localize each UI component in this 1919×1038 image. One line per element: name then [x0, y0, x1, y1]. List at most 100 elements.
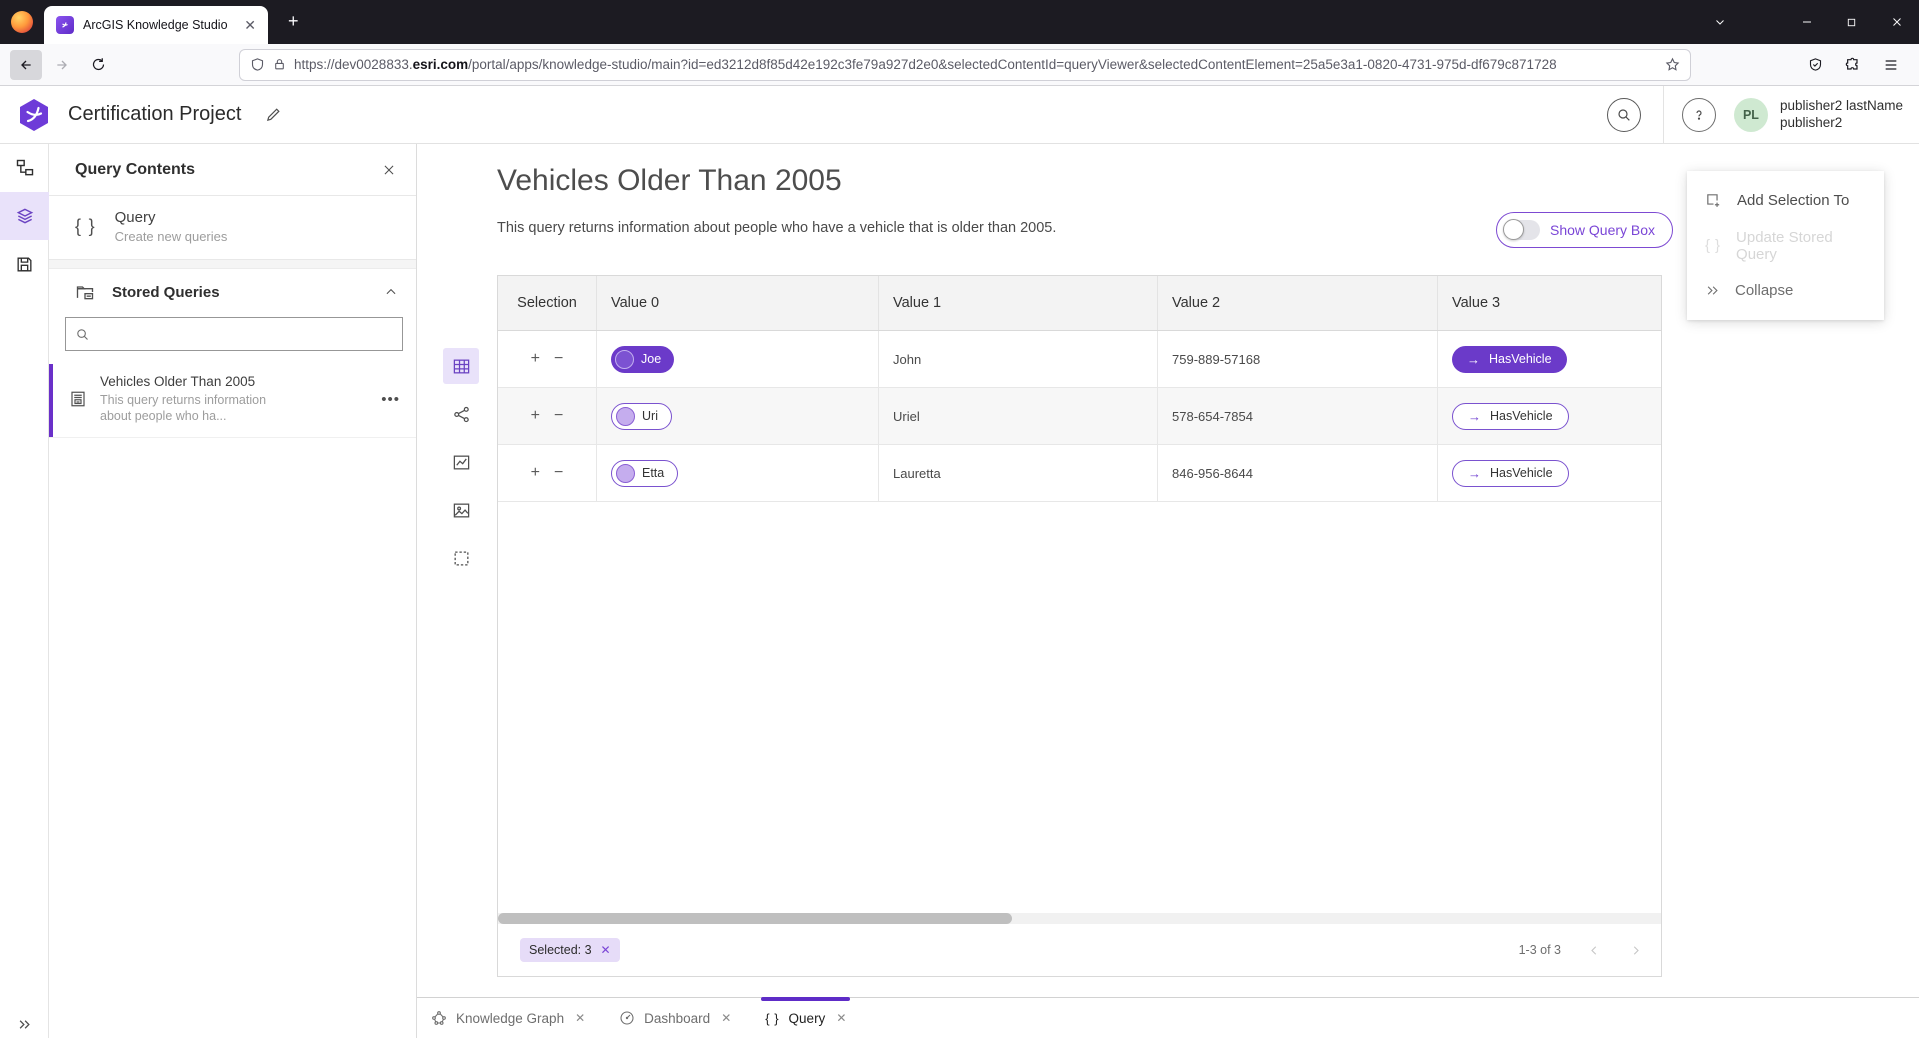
browser-tab[interactable]: ArcGIS Knowledge Studio ✕ — [44, 6, 268, 44]
firefox-logo-icon[interactable] — [11, 11, 33, 33]
column-header-value0[interactable]: Value 0 — [597, 276, 879, 330]
show-query-box-toggle[interactable]: Show Query Box — [1496, 212, 1673, 248]
new-tab-button[interactable]: + — [288, 12, 299, 30]
lock-icon[interactable] — [273, 58, 286, 71]
tracking-protection-shield-icon[interactable] — [250, 57, 265, 72]
selection-tool-icon[interactable] — [443, 540, 479, 576]
relationship-pill[interactable]: →HasVehicle — [1452, 346, 1567, 373]
entity-pill[interactable]: Joe — [611, 346, 674, 373]
entity-pill[interactable]: Uri — [611, 403, 672, 430]
toggle-switch[interactable] — [1504, 220, 1540, 240]
expand-rail-icon[interactable] — [0, 1017, 49, 1032]
add-to-selection-button[interactable]: + — [531, 465, 540, 481]
query-viewer-content: Vehicles Older Than 2005 This query retu… — [417, 144, 1919, 1038]
stored-queries-header[interactable]: Stored Queries — [49, 269, 416, 315]
results-table: Selection Value 0 Value 1 Value 2 Value … — [497, 275, 1662, 977]
window-maximize-button[interactable] — [1829, 0, 1874, 44]
pagination-next-icon[interactable] — [1628, 943, 1643, 958]
user-block[interactable]: publisher2 lastName publisher2 — [1780, 98, 1903, 132]
cell-value2[interactable]: 759-889-57168 — [1158, 331, 1438, 387]
relationship-arrow-icon: → — [1468, 466, 1481, 481]
cell-value1[interactable]: Lauretta — [879, 445, 1158, 501]
url-text: https://dev0028833.esri.com/portal/apps/… — [294, 57, 1657, 72]
menu-hamburger-icon[interactable] — [1875, 50, 1907, 80]
cell-value2[interactable]: 846-956-8644 — [1158, 445, 1438, 501]
remove-from-selection-button[interactable]: − — [554, 408, 563, 424]
tab-close-icon[interactable]: ✕ — [721, 1011, 731, 1025]
search-icon — [75, 327, 90, 342]
tab-close-icon[interactable]: ✕ — [242, 16, 258, 34]
remove-from-selection-button[interactable]: − — [554, 351, 563, 367]
window-close-button[interactable] — [1874, 0, 1919, 44]
tab-close-icon[interactable]: ✕ — [836, 1011, 846, 1025]
relationship-pill[interactable]: →HasVehicle — [1452, 403, 1569, 430]
stored-queries-search[interactable] — [65, 317, 403, 351]
tab-dashboard[interactable]: Dashboard ✕ — [619, 998, 731, 1038]
overflow-menu-icon[interactable]: ••• — [377, 387, 404, 412]
tab-knowledge-graph[interactable]: Knowledge Graph ✕ — [431, 998, 585, 1038]
edit-title-icon[interactable] — [265, 106, 282, 123]
table-view-icon[interactable] — [443, 348, 479, 384]
url-bar[interactable]: https://dev0028833.esri.com/portal/apps/… — [239, 49, 1691, 81]
tab-label: Dashboard — [644, 1011, 710, 1026]
column-header-value3[interactable]: Value 3 — [1438, 276, 1661, 330]
add-to-selection-button[interactable]: + — [531, 408, 540, 424]
selected-count-label: Selected: 3 — [529, 943, 592, 957]
table-row: + − Joe John 759-889-57168 →HasVehicle — [498, 331, 1661, 388]
add-selection-icon — [1705, 192, 1722, 209]
link-chart-view-icon[interactable] — [443, 396, 479, 432]
folder-icon — [75, 282, 95, 302]
search-icon[interactable] — [1607, 98, 1641, 132]
table-footer: Selected: 3 ✕ 1-3 of 3 — [498, 924, 1661, 976]
menu-item-add-selection-to[interactable]: Add Selection To — [1687, 178, 1884, 223]
tab-title: ArcGIS Knowledge Studio — [83, 18, 233, 32]
chart-view-icon[interactable] — [443, 444, 479, 480]
add-to-selection-button[interactable]: + — [531, 351, 540, 367]
user-avatar[interactable]: PL — [1734, 98, 1768, 132]
menu-item-update-stored-query[interactable]: { } Update Stored Query — [1687, 223, 1884, 268]
relationship-pill[interactable]: →HasVehicle — [1452, 460, 1569, 487]
layers-icon[interactable] — [0, 192, 49, 240]
back-button[interactable] — [10, 50, 42, 80]
column-header-value1[interactable]: Value 1 — [879, 276, 1158, 330]
user-username: publisher2 — [1780, 115, 1903, 132]
cell-value1[interactable]: John — [879, 331, 1158, 387]
menu-item-collapse[interactable]: Collapse — [1687, 268, 1884, 313]
panel-section-gap — [49, 260, 416, 269]
chevron-up-icon[interactable] — [384, 285, 398, 299]
table-row: + − Uri Uriel 578-654-7854 →HasVehicle — [498, 388, 1661, 445]
cell-value2[interactable]: 578-654-7854 — [1158, 388, 1438, 444]
cell-value1[interactable]: Uriel — [879, 388, 1158, 444]
horizontal-scrollbar[interactable] — [498, 913, 1661, 924]
bottom-tabbar: Knowledge Graph ✕ Dashboard ✕ { } Query … — [417, 997, 1919, 1038]
account-shield-icon[interactable] — [1799, 50, 1831, 80]
bookmark-star-icon[interactable] — [1665, 57, 1680, 72]
page-title: Vehicles Older Than 2005 — [497, 164, 842, 198]
save-icon[interactable] — [0, 240, 49, 288]
window-controls — [1697, 0, 1919, 44]
clear-selection-icon[interactable]: ✕ — [601, 944, 611, 956]
show-query-box-label: Show Query Box — [1550, 222, 1655, 238]
reload-button[interactable] — [82, 50, 114, 80]
map-view-icon[interactable] — [443, 492, 479, 528]
double-chevron-right-icon — [1705, 283, 1720, 298]
tab-query[interactable]: { } Query ✕ — [765, 998, 846, 1038]
query-item[interactable]: { } Query Create new queries — [49, 196, 416, 260]
column-header-selection[interactable]: Selection — [498, 276, 597, 330]
help-icon[interactable] — [1682, 98, 1716, 132]
tab-close-icon[interactable]: ✕ — [575, 1011, 585, 1025]
column-header-value2[interactable]: Value 2 — [1158, 276, 1438, 330]
panel-close-icon[interactable] — [382, 163, 396, 177]
dashboard-icon — [619, 1010, 635, 1026]
scrollbar-thumb[interactable] — [498, 913, 1012, 924]
pagination-prev-icon[interactable] — [1587, 943, 1602, 958]
remove-from-selection-button[interactable]: − — [554, 465, 563, 481]
forward-button[interactable] — [46, 50, 78, 80]
window-minimize-button[interactable] — [1784, 0, 1829, 44]
entity-pill[interactable]: Etta — [611, 460, 678, 487]
extensions-puzzle-icon[interactable] — [1837, 50, 1869, 80]
search-input[interactable] — [98, 327, 393, 342]
stored-query-item[interactable]: Vehicles Older Than 2005 This query retu… — [49, 364, 416, 438]
list-tabs-icon[interactable] — [1697, 0, 1742, 44]
data-model-icon[interactable] — [0, 144, 49, 192]
